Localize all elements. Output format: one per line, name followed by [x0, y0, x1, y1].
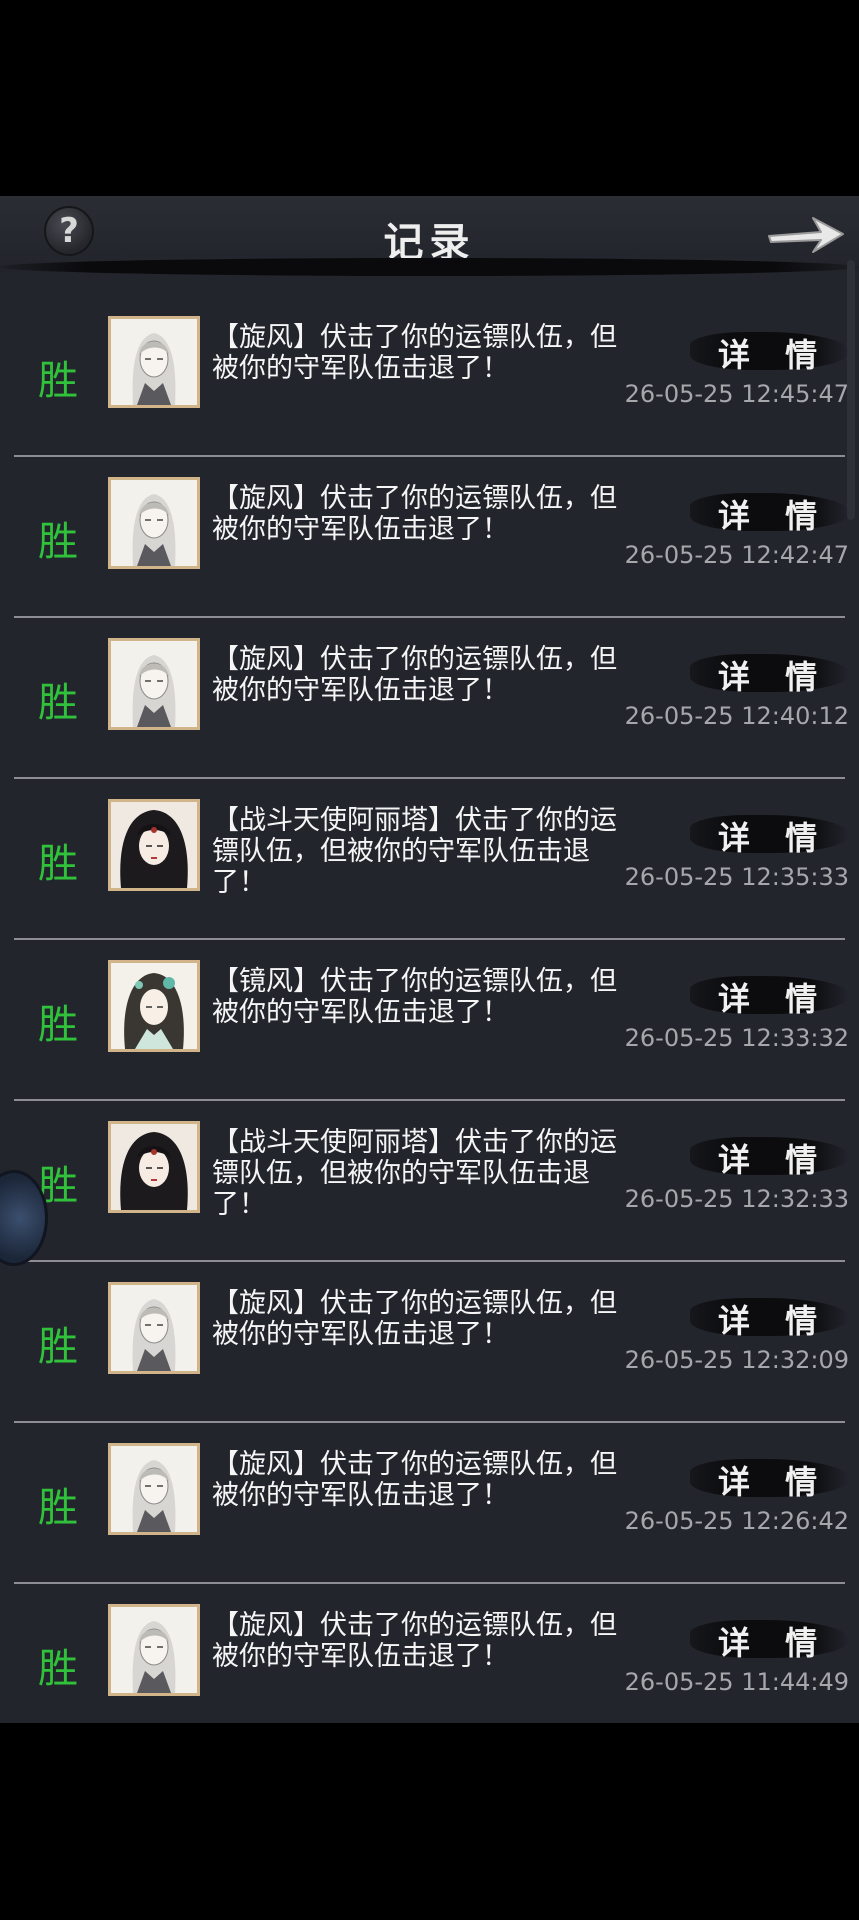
detail-button-label: 详 情 [718, 819, 830, 857]
result-label: 胜 [38, 519, 78, 565]
detail-button-label: 详 情 [718, 1624, 830, 1662]
record-message: 【战斗天使阿丽塔】伏击了你的运镖队伍，但被你的守军队伍击退了！ [212, 805, 617, 898]
avatar-white-hair-male[interactable] [108, 1282, 200, 1374]
record-row: 胜 【旋风】伏击了你的运镖队伍，但被你的守军队伍击退了！ 详 情 26-05-2… [0, 1423, 859, 1584]
result-label: 胜 [38, 841, 78, 887]
detail-button-label: 详 情 [718, 1463, 830, 1501]
record-message: 【旋风】伏击了你的运镖队伍，但被你的守军队伍击退了！ [212, 644, 617, 706]
detail-button[interactable]: 详 情 [690, 648, 850, 698]
record-row: 胜 【旋风】伏击了你的运镖队伍，但被你的守军队伍击退了！ 详 情 26-05-2… [0, 457, 859, 618]
record-row: 胜 【战斗天使阿丽塔】伏击了你的运镖队伍，但被你的守军队伍击退了！ 详 情 26… [0, 779, 859, 940]
records-panel: ? 记录 胜 【旋风】伏击了你的运镖队伍，但被你的守军队伍击退了！ 详 情 26… [0, 196, 859, 1723]
record-timestamp: 26-05-25 12:42:47 [624, 541, 849, 569]
detail-button[interactable]: 详 情 [690, 1131, 850, 1181]
record-timestamp: 26-05-25 12:40:12 [624, 702, 849, 730]
record-timestamp: 26-05-25 12:35:33 [624, 863, 849, 891]
avatar-jade-female[interactable] [108, 960, 200, 1052]
record-message: 【旋风】伏击了你的运镖队伍，但被你的守军队伍击退了！ [212, 1288, 617, 1350]
detail-button[interactable]: 详 情 [690, 326, 850, 376]
record-row: 胜 【旋风】伏击了你的运镖队伍，但被你的守军队伍击退了！ 详 情 26-05-2… [0, 296, 859, 457]
back-arrow-icon[interactable] [765, 210, 847, 258]
result-label: 胜 [38, 680, 78, 726]
result-label: 胜 [38, 1002, 78, 1048]
detail-button-label: 详 情 [718, 980, 830, 1018]
avatar-white-hair-male[interactable] [108, 1443, 200, 1535]
detail-button-label: 详 情 [718, 336, 830, 374]
avatar-white-hair-male[interactable] [108, 1604, 200, 1696]
record-row: 胜 【镜风】伏击了你的运镖队伍，但被你的守军队伍击退了！ 详 情 26-05-2… [0, 940, 859, 1101]
record-message: 【战斗天使阿丽塔】伏击了你的运镖队伍，但被你的守军队伍击退了！ [212, 1127, 617, 1220]
record-timestamp: 26-05-25 12:26:42 [624, 1507, 849, 1535]
record-timestamp: 26-05-25 12:45:47 [624, 380, 849, 408]
record-timestamp: 26-05-25 12:32:09 [624, 1346, 849, 1374]
detail-button[interactable]: 详 情 [690, 970, 850, 1020]
record-message: 【旋风】伏击了你的运镖队伍，但被你的守军队伍击退了！ [212, 322, 617, 384]
record-row: 胜 【旋风】伏击了你的运镖队伍，但被你的守军队伍击退了！ 详 情 26-05-2… [0, 618, 859, 779]
result-label: 胜 [38, 1485, 78, 1531]
record-list: 胜 【旋风】伏击了你的运镖队伍，但被你的守军队伍击退了！ 详 情 26-05-2… [0, 296, 859, 1745]
avatar-white-hair-male[interactable] [108, 638, 200, 730]
detail-button[interactable]: 详 情 [690, 1292, 850, 1342]
header-ink-divider [0, 258, 859, 276]
result-label: 胜 [38, 358, 78, 404]
result-label: 胜 [38, 1646, 78, 1692]
avatar-white-hair-male[interactable] [108, 316, 200, 408]
detail-button-label: 详 情 [718, 1141, 830, 1179]
detail-button-label: 详 情 [718, 658, 830, 696]
detail-button[interactable]: 详 情 [690, 1453, 850, 1503]
detail-button-label: 详 情 [718, 497, 830, 535]
record-message: 【旋风】伏击了你的运镖队伍，但被你的守军队伍击退了！ [212, 1610, 617, 1672]
record-timestamp: 26-05-25 12:33:32 [624, 1024, 849, 1052]
avatar-white-hair-male[interactable] [108, 477, 200, 569]
record-message: 【旋风】伏击了你的运镖队伍，但被你的守军队伍击退了！ [212, 483, 617, 545]
detail-button[interactable]: 详 情 [690, 1614, 850, 1664]
record-timestamp: 26-05-25 12:32:33 [624, 1185, 849, 1213]
detail-button[interactable]: 详 情 [690, 809, 850, 859]
record-row: 胜 【旋风】伏击了你的运镖队伍，但被你的守军队伍击退了！ 详 情 26-05-2… [0, 1262, 859, 1423]
record-message: 【镜风】伏击了你的运镖队伍，但被你的守军队伍击退了！ [212, 966, 617, 1028]
record-message: 【旋风】伏击了你的运镖队伍，但被你的守军队伍击退了！ [212, 1449, 617, 1511]
record-row: 胜 【旋风】伏击了你的运镖队伍，但被你的守军队伍击退了！ 详 情 26-05-2… [0, 1584, 859, 1745]
result-label: 胜 [38, 1324, 78, 1370]
record-row: 胜 【战斗天使阿丽塔】伏击了你的运镖队伍，但被你的守军队伍击退了！ 详 情 26… [0, 1101, 859, 1262]
record-timestamp: 26-05-25 11:44:49 [624, 1668, 849, 1696]
detail-button-label: 详 情 [718, 1302, 830, 1340]
avatar-dark-hair-female[interactable] [108, 799, 200, 891]
detail-button[interactable]: 详 情 [690, 487, 850, 537]
avatar-dark-hair-female[interactable] [108, 1121, 200, 1213]
